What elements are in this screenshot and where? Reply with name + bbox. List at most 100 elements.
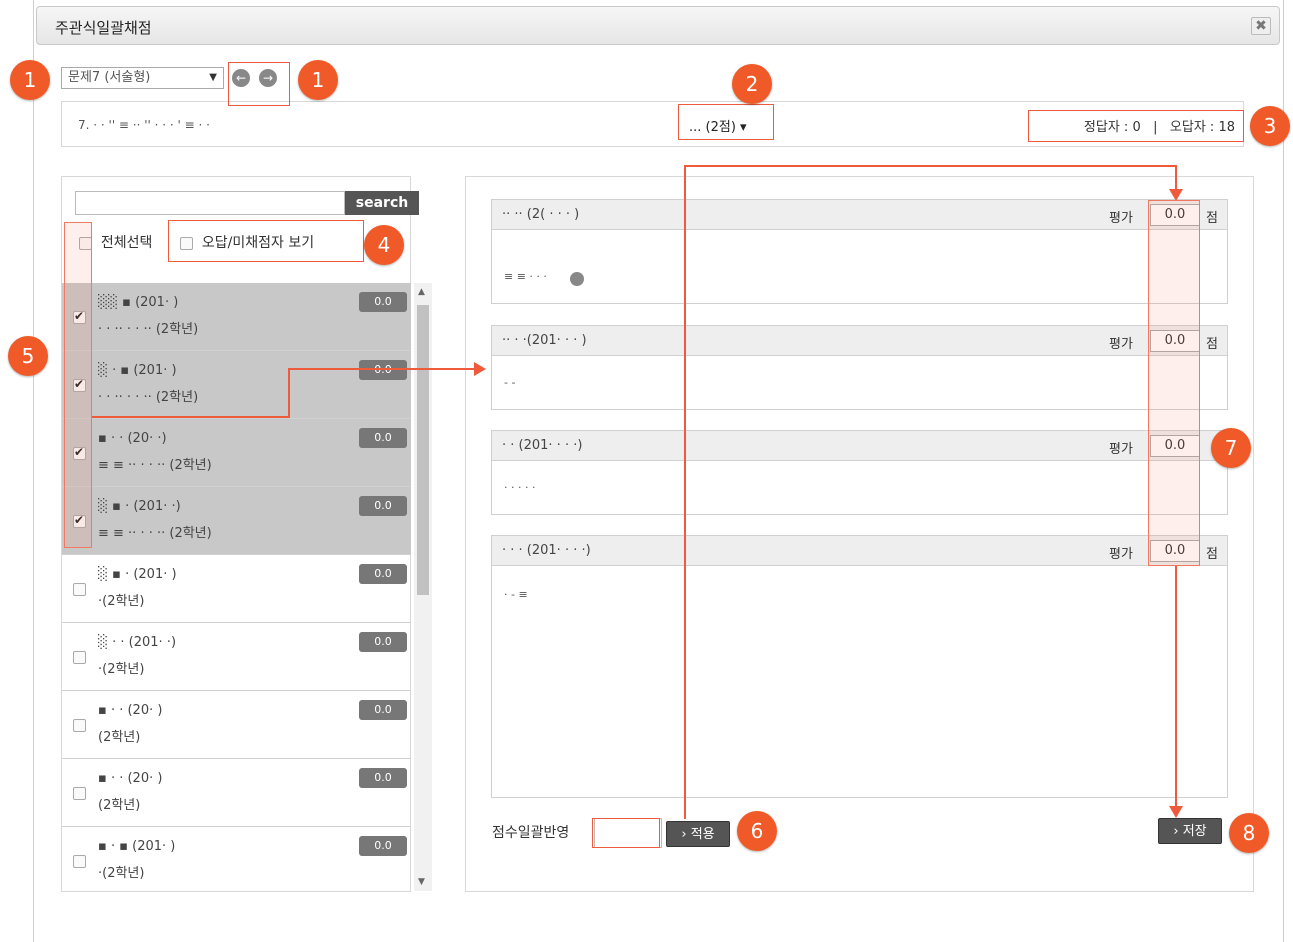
connector-line <box>684 165 686 819</box>
answer-card: · · (201· · · ·) 평가 0.0 · · · · · <box>491 430 1228 515</box>
row-checkbox[interactable] <box>73 583 86 596</box>
arrow-right-icon <box>474 362 486 376</box>
student-grade: (2학년) <box>98 730 141 745</box>
student-grade: ≡ ≡ ·· · · ·· (2학년) <box>98 458 212 473</box>
row-checkbox[interactable] <box>73 719 86 732</box>
select-all-label: 전체선택 <box>100 235 153 251</box>
apply-button[interactable]: › 적용 <box>666 821 730 847</box>
answer-card: ·· ·· (2( · · · ) 평가 0.0 점 ≡ ≡ · · · <box>491 199 1228 304</box>
callout-badge: 7 <box>1211 428 1251 468</box>
score-badge: 0.0 <box>359 428 407 448</box>
callout-badge: 1 <box>298 60 338 100</box>
callout-badge: 2 <box>732 64 772 104</box>
score-unit: 점 <box>1206 337 1218 352</box>
scrollbar-thumb[interactable] <box>417 305 429 595</box>
eval-label: 평가 <box>1109 442 1133 457</box>
answer-card-header: ·· ·· (2( · · · ) 평가 0.0 점 <box>492 200 1227 230</box>
score-badge: 0.0 <box>359 496 407 516</box>
student-row[interactable]: ▪ · · (20· ·) ≡ ≡ ·· · · ·· (2학년) 0.0 <box>62 419 411 487</box>
answer-text: · - ≡ <box>504 588 528 601</box>
student-list-scrollbar[interactable]: ▲ ▼ <box>414 283 432 891</box>
connector-line <box>1175 566 1177 810</box>
scroll-up-icon[interactable]: ▲ <box>418 287 425 297</box>
search-button[interactable]: search <box>345 191 419 215</box>
close-icon[interactable]: ✖ <box>1251 17 1271 35</box>
answer-card-header: · · · (201· · · ·) 평가 0.0 점 <box>492 536 1227 566</box>
score-unit: 점 <box>1206 547 1218 562</box>
student-name: ▪ · · (20· ·) <box>98 431 167 446</box>
arrow-down-icon <box>1169 806 1183 818</box>
answer-student: ·· ·· (2( · · · ) <box>502 207 580 222</box>
dialog-title: 주관식일괄채점 <box>55 19 152 37</box>
answer-student: ·· · ·(201· · · ) <box>502 333 587 348</box>
callout-badge: 4 <box>364 225 404 265</box>
points-highlight <box>678 104 774 140</box>
answer-card-header: ·· · ·(201· · · ) 평가 0.0 점 <box>492 326 1227 356</box>
score-badge: 0.0 <box>359 768 407 788</box>
student-name: ▪ · ▪ (201· ) <box>98 839 176 854</box>
connector-line <box>288 368 290 418</box>
student-row[interactable]: ▪ · · (20· ) (2학년) 0.0 <box>62 759 411 827</box>
blob-icon <box>570 272 584 286</box>
score-badge: 0.0 <box>359 632 407 652</box>
bulk-input-highlight <box>592 818 660 848</box>
connector-line <box>684 165 1176 167</box>
score-unit: 점 <box>1206 211 1218 226</box>
student-row[interactable]: ░ ▪ · (201· ) ·(2학년) 0.0 <box>62 555 411 623</box>
student-name: ░ · ▪ (201· ) <box>98 363 177 378</box>
student-grade: ·(2학년) <box>98 866 145 881</box>
student-name: ░ · · (201· ·) <box>98 635 177 650</box>
answer-student: · · · (201· · · ·) <box>502 543 591 558</box>
score-badge: 0.0 <box>359 360 407 380</box>
question-select[interactable]: 문제7 (서술형) ▼ <box>61 67 224 89</box>
student-name: ░ ▪ · (201· ·) <box>98 499 181 514</box>
save-button[interactable]: › 저장 <box>1158 818 1222 844</box>
student-grade: ≡ ≡ ·· · · ·· (2학년) <box>98 526 212 541</box>
row-checkbox[interactable] <box>73 651 86 664</box>
bulk-score-label: 점수일괄반영 <box>492 825 570 841</box>
answer-card: · · · (201· · · ·) 평가 0.0 점 · - ≡ <box>491 535 1228 798</box>
connector-line <box>1175 165 1177 191</box>
score-badge: 0.0 <box>359 292 407 312</box>
row-checkbox[interactable] <box>73 787 86 800</box>
answer-text: ≡ ≡ · · · <box>504 270 547 283</box>
answer-card: ·· · ·(201· · · ) 평가 0.0 점 - - <box>491 325 1228 410</box>
student-name: ░░ ▪ (201· ) <box>98 295 179 310</box>
question-select-value: 문제7 (서술형) <box>68 70 151 85</box>
student-row[interactable]: ▪ · · (20· ) (2학년) 0.0 <box>62 691 411 759</box>
student-grade: (2학년) <box>98 798 141 813</box>
student-row[interactable]: ▪ · ▪ (201· ) ·(2학년) 0.0 <box>62 827 411 891</box>
callout-badge: 1 <box>10 60 50 100</box>
student-grade: ·(2학년) <box>98 594 145 609</box>
search-input[interactable] <box>75 191 345 215</box>
arrow-down-icon <box>1169 189 1183 201</box>
student-row[interactable]: ░ ▪ · (201· ·) ≡ ≡ ·· · · ·· (2학년) 0.0 <box>62 487 411 555</box>
row-checkbox[interactable] <box>73 855 86 868</box>
connector-line <box>288 368 478 370</box>
student-row[interactable]: ░ · · (201· ·) ·(2학년) 0.0 <box>62 623 411 691</box>
student-name: ░ ▪ · (201· ) <box>98 567 177 582</box>
score-badge: 0.0 <box>359 564 407 584</box>
dialog-titlebar: 주관식일괄채점 ✖ <box>36 6 1280 45</box>
student-row[interactable]: ░ · ▪ (201· ) · · ·· · · ·· (2학년) 0.0 <box>62 351 411 419</box>
eval-label: 평가 <box>1109 337 1133 352</box>
callout-badge: 3 <box>1250 106 1290 146</box>
answer-text: · · · · · <box>504 481 536 494</box>
answer-text: - - <box>504 376 516 389</box>
student-name: ▪ · · (20· ) <box>98 703 163 718</box>
student-name: ▪ · · (20· ) <box>98 771 163 786</box>
callout-badge: 6 <box>737 811 777 851</box>
nav-highlight <box>228 62 290 106</box>
scroll-down-icon[interactable]: ▼ <box>418 877 425 887</box>
score-badge: 0.0 <box>359 700 407 720</box>
student-grade: ·(2학년) <box>98 662 145 677</box>
filter-highlight <box>168 220 364 262</box>
connector-line <box>92 416 290 418</box>
student-row[interactable]: ░░ ▪ (201· ) · · ·· · · ·· (2학년) 0.0 <box>62 283 411 351</box>
stats-highlight <box>1028 110 1244 142</box>
student-grade: · · ·· · · ·· (2학년) <box>98 322 199 337</box>
student-grade: · · ·· · · ·· (2학년) <box>98 390 199 405</box>
callout-badge: 5 <box>8 336 48 376</box>
score-badge: 0.0 <box>359 836 407 856</box>
eval-label: 평가 <box>1109 211 1133 226</box>
